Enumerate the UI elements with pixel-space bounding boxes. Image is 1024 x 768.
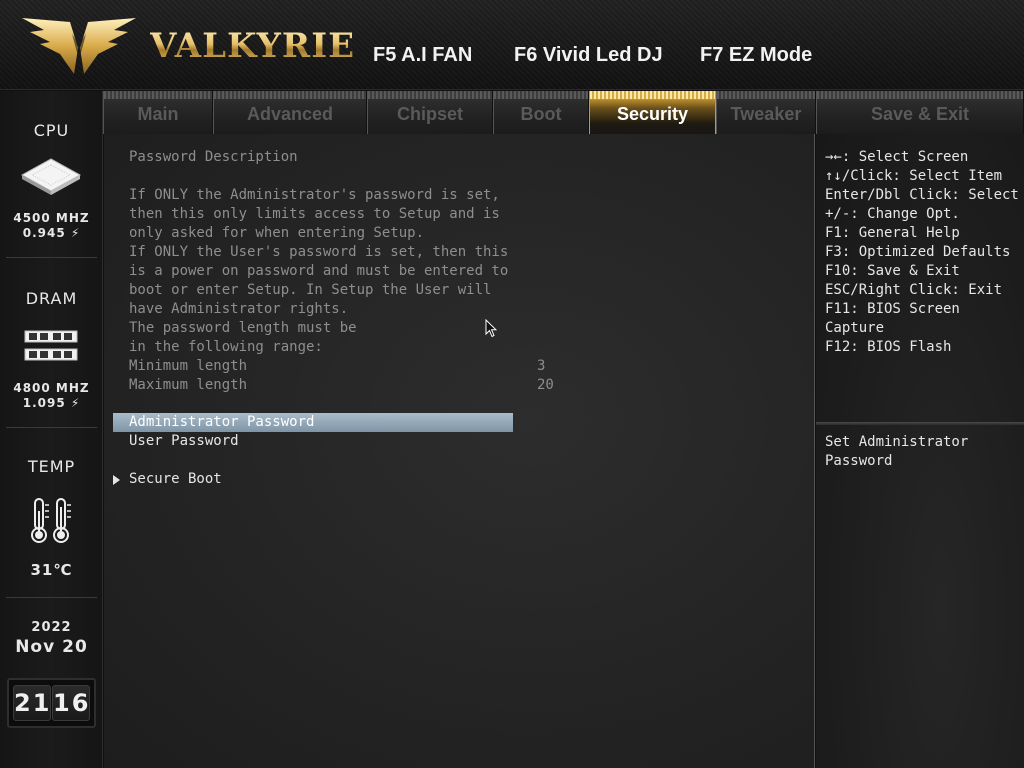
help-panel: →←: Select Screen ↑↓/Click: Select Item … bbox=[816, 134, 1024, 768]
tab-boot[interactable]: Boot bbox=[493, 91, 589, 134]
description-line: then this only limits access to Setup an… bbox=[129, 206, 500, 222]
description-line: is a power on password and must be enter… bbox=[129, 263, 509, 279]
help-key-line: ESC/Right Click: Exit bbox=[825, 282, 1003, 298]
description-line: in the following range: bbox=[129, 339, 323, 355]
brand-logo-text: VALKYRIE bbox=[150, 26, 356, 66]
secure-boot-submenu[interactable]: Secure Boot bbox=[113, 470, 513, 489]
cpu-voltage: 0.945 ⚡ bbox=[22, 226, 81, 240]
valkyrie-wings-logo bbox=[22, 18, 136, 74]
clock-minute: 16 bbox=[52, 685, 90, 721]
ram-module-icon bbox=[24, 330, 78, 361]
tab-main[interactable]: Main bbox=[103, 91, 213, 134]
vivid-led-dj-hotkey[interactable]: F6 Vivid Led DJ bbox=[514, 44, 663, 67]
help-key-line: F1: General Help bbox=[825, 225, 960, 241]
cpu-chip-icon bbox=[20, 158, 82, 195]
hardware-monitor-sidebar: CPU 4500 MHZ 0.945 ⚡ DRAM 4800 MHZ 1.095… bbox=[0, 91, 103, 768]
tab-advanced[interactable]: Advanced bbox=[213, 91, 367, 134]
help-key-line: F12: BIOS Flash bbox=[825, 339, 952, 355]
item-help-text: Password bbox=[825, 453, 893, 469]
dram-voltage: 1.095 ⚡ bbox=[22, 396, 81, 410]
help-key-line: F3: Optimized Defaults bbox=[825, 244, 1011, 260]
secure-boot-label: Secure Boot bbox=[129, 471, 222, 487]
description-line: only asked for when entering Setup. bbox=[129, 225, 425, 241]
main-tab-bar: Main Advanced Chipset Boot Security Twea… bbox=[103, 91, 1024, 134]
tab-security[interactable]: Security bbox=[589, 91, 716, 134]
sidebar-divider bbox=[6, 257, 97, 258]
temp-label: TEMP bbox=[27, 457, 76, 476]
maximum-length-value: 20 bbox=[537, 377, 554, 393]
item-help-text: Set Administrator bbox=[825, 434, 969, 450]
help-key-line: ↑↓/Click: Select Item bbox=[825, 168, 1003, 184]
password-description-title: Password Description bbox=[129, 149, 298, 165]
cpu-frequency: 4500 MHZ bbox=[13, 211, 90, 225]
user-password-item[interactable]: User Password bbox=[113, 432, 513, 451]
sidebar-divider bbox=[6, 427, 97, 428]
date-year: 2022 bbox=[31, 620, 72, 635]
dram-frequency: 4800 MHZ bbox=[13, 381, 90, 395]
ai-fan-hotkey[interactable]: F5 A.I FAN bbox=[373, 44, 472, 67]
cpu-label: CPU bbox=[33, 121, 70, 140]
tab-tweaker[interactable]: Tweaker bbox=[716, 91, 816, 134]
help-key-line: F10: Save & Exit bbox=[825, 263, 960, 279]
mouse-pointer-icon bbox=[485, 319, 497, 338]
help-key-line: Enter/Dbl Click: Select bbox=[825, 187, 1019, 203]
minimum-length-value: 3 bbox=[537, 358, 546, 374]
clock: 21 16 bbox=[7, 678, 96, 728]
header-bar: VALKYRIE F5 A.I FAN F6 Vivid Led DJ F7 E… bbox=[0, 0, 1024, 90]
description-line: The password length must be bbox=[129, 320, 357, 336]
ez-mode-hotkey[interactable]: F7 EZ Mode bbox=[700, 44, 812, 67]
description-line: have Administrator rights. bbox=[129, 301, 349, 317]
administrator-password-item[interactable]: Administrator Password bbox=[113, 413, 513, 432]
help-key-line: Capture bbox=[825, 320, 885, 336]
help-key-line: F11: BIOS Screen bbox=[825, 301, 960, 317]
maximum-length-label: Maximum length bbox=[129, 377, 248, 393]
clock-hour: 21 bbox=[13, 685, 51, 721]
date-month-day: Nov 20 bbox=[15, 637, 88, 657]
sidebar-divider bbox=[6, 597, 97, 598]
thermometer-icon bbox=[31, 498, 71, 543]
help-divider bbox=[816, 422, 1024, 425]
temperature-value: 31℃ bbox=[30, 561, 73, 579]
security-settings-panel: Password Description If ONLY the Adminis… bbox=[104, 134, 815, 768]
dram-label: DRAM bbox=[25, 289, 78, 308]
minimum-length-label: Minimum length bbox=[129, 358, 248, 374]
submenu-arrow-icon bbox=[113, 475, 120, 485]
tab-chipset[interactable]: Chipset bbox=[367, 91, 493, 134]
description-line: If ONLY the User's password is set, then… bbox=[129, 244, 509, 260]
help-key-line: +/-: Change Opt. bbox=[825, 206, 960, 222]
description-line: boot or enter Setup. In Setup the User w… bbox=[129, 282, 492, 298]
description-line: If ONLY the Administrator's password is … bbox=[129, 187, 500, 203]
tab-save-exit[interactable]: Save & Exit bbox=[816, 91, 1024, 134]
help-key-line: →←: Select Screen bbox=[825, 149, 969, 165]
